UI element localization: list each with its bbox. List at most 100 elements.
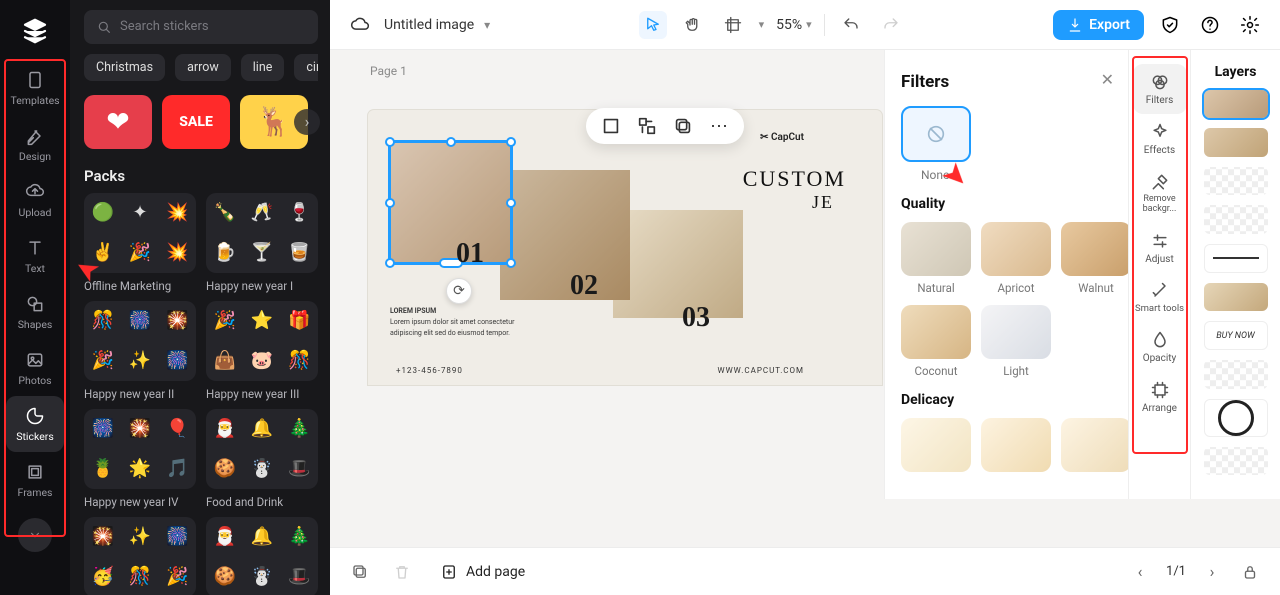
filters-section-delicacy: Delicacy <box>901 392 1112 408</box>
nav-design[interactable]: Design <box>6 116 64 172</box>
filter-coconut[interactable]: Coconut <box>901 305 971 378</box>
layer-9[interactable] <box>1204 399 1268 437</box>
cloud-sync-icon[interactable] <box>346 11 374 39</box>
canvas-image-2[interactable] <box>500 170 630 300</box>
selection-more-icon[interactable]: ⋯ <box>708 115 730 137</box>
chip-arrow[interactable]: arrow <box>175 54 231 81</box>
nav-shapes[interactable]: Shapes <box>6 284 64 340</box>
filter-delicacy-2[interactable] <box>981 418 1051 472</box>
layer-4[interactable] <box>1204 205 1268 233</box>
layer-2[interactable] <box>1204 128 1268 156</box>
layer-7[interactable]: BUY NOW <box>1204 321 1268 350</box>
tool-filters[interactable]: Filters <box>1133 64 1187 114</box>
close-filters-button[interactable]: ✕ <box>1101 70 1114 89</box>
zoom-chevron-icon[interactable]: ▾ <box>806 18 812 31</box>
help-icon[interactable] <box>1196 11 1224 39</box>
filter-none[interactable] <box>901 106 971 162</box>
pack-extra-b[interactable]: 🎅🔔🎄🍪☃️🎩 <box>206 517 318 595</box>
selection-replace-icon[interactable] <box>636 115 658 137</box>
canvas-image-3[interactable] <box>613 210 743 318</box>
redo-button[interactable] <box>877 11 905 39</box>
featured-heart[interactable]: ❤ <box>84 95 152 149</box>
featured-stickers: ❤ SALE 🦌 › <box>84 95 318 149</box>
layer-6[interactable] <box>1204 283 1268 311</box>
layer-10[interactable] <box>1204 447 1268 475</box>
page-label: Page 1 <box>370 64 407 78</box>
layer-8[interactable] <box>1204 360 1268 388</box>
nav-upload[interactable]: Upload <box>6 172 64 228</box>
filter-natural[interactable]: Natural <box>901 222 971 295</box>
right-tool-rail: Filters Effects Remove backgr... Adjust <box>1128 50 1190 499</box>
nav-photos[interactable]: Photos <box>6 340 64 396</box>
canvas-viewport[interactable]: Page 1 ✂ CapCut CUSTOM JE <box>330 50 1280 547</box>
app-logo <box>20 16 50 46</box>
pack-offline-marketing[interactable]: 🟢✦💥✌️🎉💥 Offline Marketing <box>84 193 196 293</box>
canvas-footer-site: WWW.CAPCUT.COM <box>717 366 804 375</box>
crop-chevron-icon[interactable]: ▾ <box>759 18 765 31</box>
settings-icon[interactable] <box>1236 11 1264 39</box>
pack-hny-3[interactable]: 🎉⭐🎁👜🐷🎊 Happy new year III <box>206 301 318 401</box>
delete-page-icon[interactable] <box>390 560 414 584</box>
hand-tool[interactable] <box>679 11 707 39</box>
zoom-level[interactable]: 55% ▾ <box>776 17 812 33</box>
tool-opacity[interactable]: Opacity <box>1133 322 1187 372</box>
canvas-headline-1: CUSTOM <box>743 166 846 192</box>
layers-title: Layers <box>1215 64 1257 80</box>
crop-tool[interactable] <box>719 11 747 39</box>
selection-duplicate-icon[interactable] <box>672 115 694 137</box>
canvas-number-01: 01 <box>456 238 484 270</box>
prev-page-button[interactable]: ‹ <box>1128 560 1152 584</box>
filter-light[interactable]: Light <box>981 305 1051 378</box>
add-page-button[interactable]: Add page <box>440 563 525 581</box>
tool-arrange[interactable]: Arrange <box>1133 372 1187 422</box>
title-chevron-icon[interactable]: ▾ <box>484 18 490 32</box>
next-page-button[interactable]: › <box>1200 560 1224 584</box>
pack-extra-a[interactable]: 🎇✨🎆🥳🎊🎉 <box>84 517 196 595</box>
tool-remove-bg[interactable]: Remove backgr... <box>1133 164 1187 223</box>
nav-stickers[interactable]: Stickers <box>6 396 64 452</box>
layers-panel: Layers BUY NOW <box>1190 50 1280 499</box>
pack-hny-2[interactable]: 🎊🎆🎇🎉✨🎆 Happy new year II <box>84 301 196 401</box>
nav-text[interactable]: Text <box>6 228 64 284</box>
featured-sale[interactable]: SALE <box>162 95 230 149</box>
nav-frames[interactable]: Frames <box>6 452 64 508</box>
filter-walnut[interactable]: Walnut <box>1061 222 1128 295</box>
selection-toolbar: ⋯ <box>586 108 744 144</box>
duplicate-page-icon[interactable] <box>348 560 372 584</box>
featured-next-button[interactable]: › <box>294 109 320 135</box>
filter-delicacy-3[interactable] <box>1061 418 1128 472</box>
shield-icon[interactable] <box>1156 11 1184 39</box>
search-placeholder: Search stickers <box>120 19 209 34</box>
selection-crop-icon[interactable] <box>600 115 622 137</box>
chip-christmas[interactable]: Christmas <box>84 54 165 81</box>
layer-5[interactable] <box>1204 244 1268 273</box>
chip-circle[interactable]: circle <box>294 54 318 81</box>
pointer-tool[interactable] <box>639 11 667 39</box>
pack-hny-4[interactable]: 🎆🎇🎈🍍🌟🎵 Happy new year IV <box>84 409 196 509</box>
canvas-image-1-selected[interactable] <box>388 140 513 265</box>
tool-smart[interactable]: Smart tools <box>1133 273 1187 322</box>
canvas-number-03: 03 <box>682 302 710 334</box>
canvas-footer-phone: +123-456-7890 <box>396 366 463 375</box>
canvas-caption: LOREM IPSUM Lorem ipsum dolor sit amet c… <box>390 306 540 340</box>
packs-heading: Packs <box>84 167 318 185</box>
chip-line[interactable]: line <box>241 54 285 81</box>
filter-delicacy-1[interactable] <box>901 418 971 472</box>
search-stickers-input[interactable]: Search stickers <box>84 10 318 44</box>
tool-adjust[interactable]: Adjust <box>1133 223 1187 273</box>
rotate-handle[interactable]: ⟳ <box>446 278 472 304</box>
packs-list: 🟢✦💥✌️🎉💥 Offline Marketing 🍾🥂🍷🍺🍸🥃 Happy n… <box>84 193 318 595</box>
lock-icon[interactable] <box>1238 560 1262 584</box>
filter-apricot[interactable]: Apricot <box>981 222 1051 295</box>
pack-hny-1[interactable]: 🍾🥂🍷🍺🍸🥃 Happy new year I <box>206 193 318 293</box>
nav-templates[interactable]: Templates <box>6 60 64 116</box>
undo-button[interactable] <box>837 11 865 39</box>
layer-1[interactable] <box>1204 90 1268 118</box>
nav-more-button[interactable] <box>18 518 52 552</box>
export-button[interactable]: Export <box>1053 10 1144 40</box>
document-title[interactable]: Untitled image <box>384 17 474 33</box>
pack-food-drink[interactable]: 🎅🔔🎄🍪☃️🎩 Food and Drink <box>206 409 318 509</box>
design-canvas[interactable]: ✂ CapCut CUSTOM JE 01 <box>368 110 882 385</box>
layer-3[interactable] <box>1204 167 1268 195</box>
tool-effects[interactable]: Effects <box>1133 114 1187 164</box>
